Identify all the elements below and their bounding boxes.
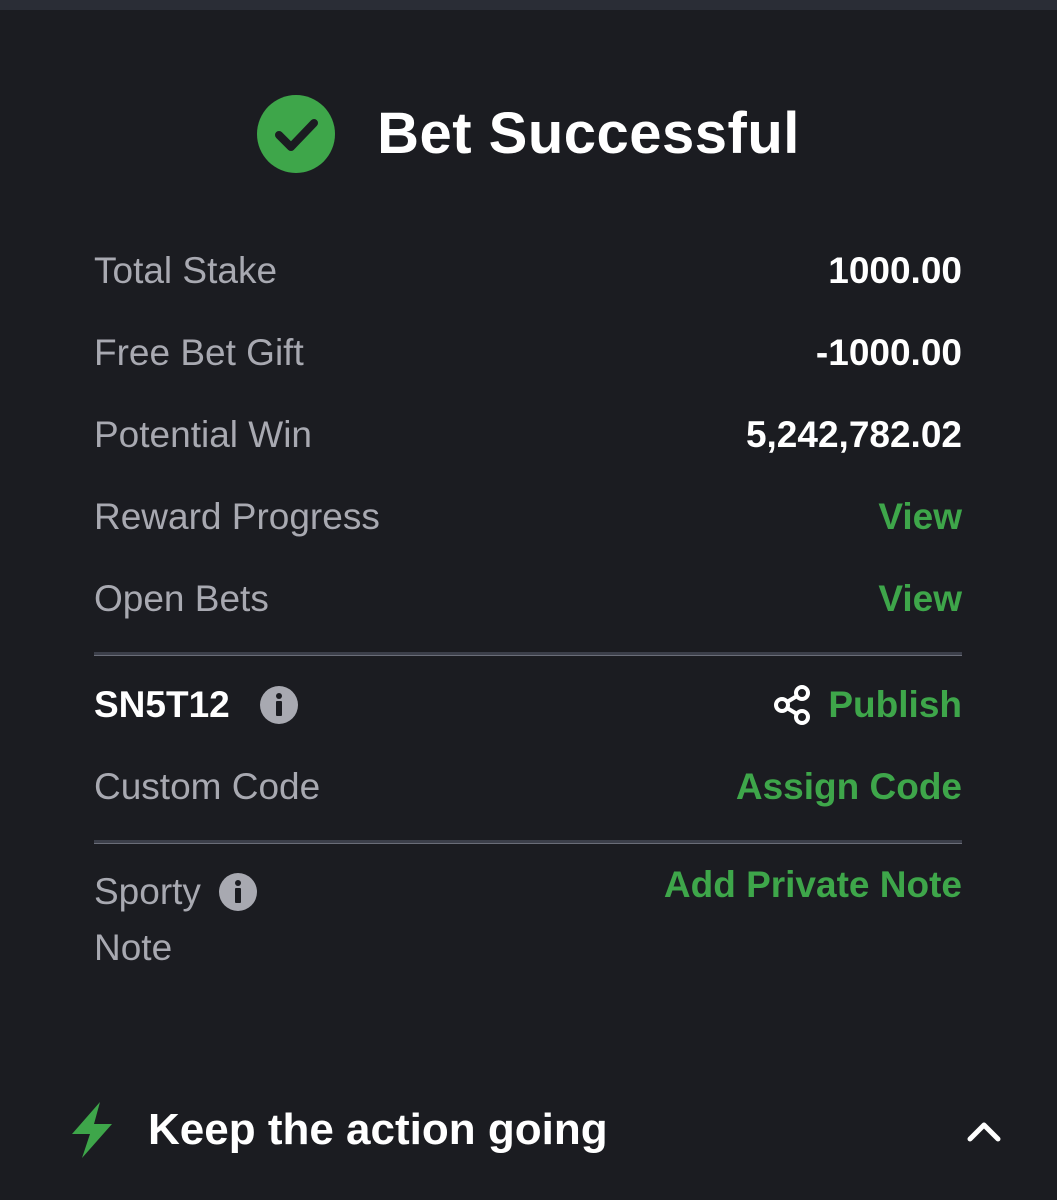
keep-action-going-section[interactable]: Keep the action going (64, 1100, 1004, 1160)
divider (94, 652, 962, 656)
info-icon[interactable] (218, 873, 257, 911)
open-bets-label: Open Bets (94, 578, 269, 619)
page-title: Bet Successful (377, 101, 800, 166)
total-stake-value: 1000.00 (828, 250, 962, 291)
bolt-icon (72, 1102, 112, 1158)
free-bet-gift-label: Free Bet Gift (94, 332, 304, 373)
booking-code-text: SN5T12 (94, 684, 230, 725)
reward-progress-view-link[interactable]: View (878, 496, 962, 538)
note-label-line1-text: Sporty (94, 871, 201, 912)
bet-summary: Total Stake 1000.00 Free Bet Gift -1000.… (94, 230, 962, 976)
share-icon (774, 685, 811, 725)
free-bet-gift-row: Free Bet Gift -1000.00 (94, 312, 962, 394)
note-label-line2: Note (94, 927, 173, 968)
top-strip (0, 0, 1057, 10)
booking-code: SN5T12 (94, 684, 298, 726)
private-note-row: Sporty Note Add Private Note (94, 852, 962, 976)
potential-win-label: Potential Win (94, 414, 312, 455)
open-bets-view-link[interactable]: View (878, 578, 962, 620)
note-label-line1: Sporty (94, 864, 294, 920)
reward-progress-label: Reward Progress (94, 496, 380, 537)
chevron-up-icon[interactable] (964, 1115, 1004, 1145)
free-bet-gift-value: -1000.00 (815, 332, 962, 373)
total-stake-label: Total Stake (94, 250, 278, 291)
note-label: Sporty Note (94, 864, 294, 976)
custom-code-row: Custom Code Assign Code (94, 746, 962, 828)
custom-code-label: Custom Code (94, 766, 321, 807)
add-private-note-link[interactable]: Add Private Note (664, 864, 962, 906)
reward-progress-row: Reward Progress View (94, 476, 962, 558)
potential-win-row: Potential Win 5,242,782.02 (94, 394, 962, 476)
booking-code-row: SN5T12 Publish (94, 664, 962, 746)
publish-label: Publish (828, 684, 962, 725)
assign-code-link[interactable]: Assign Code (736, 766, 962, 808)
divider (94, 840, 962, 844)
info-icon[interactable] (259, 686, 298, 724)
footer-title: Keep the action going (148, 1105, 608, 1154)
potential-win-value: 5,242,782.02 (745, 414, 962, 455)
footer-left: Keep the action going (64, 1100, 608, 1160)
check-circle-icon (257, 95, 336, 173)
publish-button[interactable]: Publish (772, 684, 962, 726)
total-stake-row: Total Stake 1000.00 (94, 230, 962, 312)
bet-success-header: Bet Successful (0, 95, 1057, 173)
open-bets-row: Open Bets View (94, 558, 962, 640)
